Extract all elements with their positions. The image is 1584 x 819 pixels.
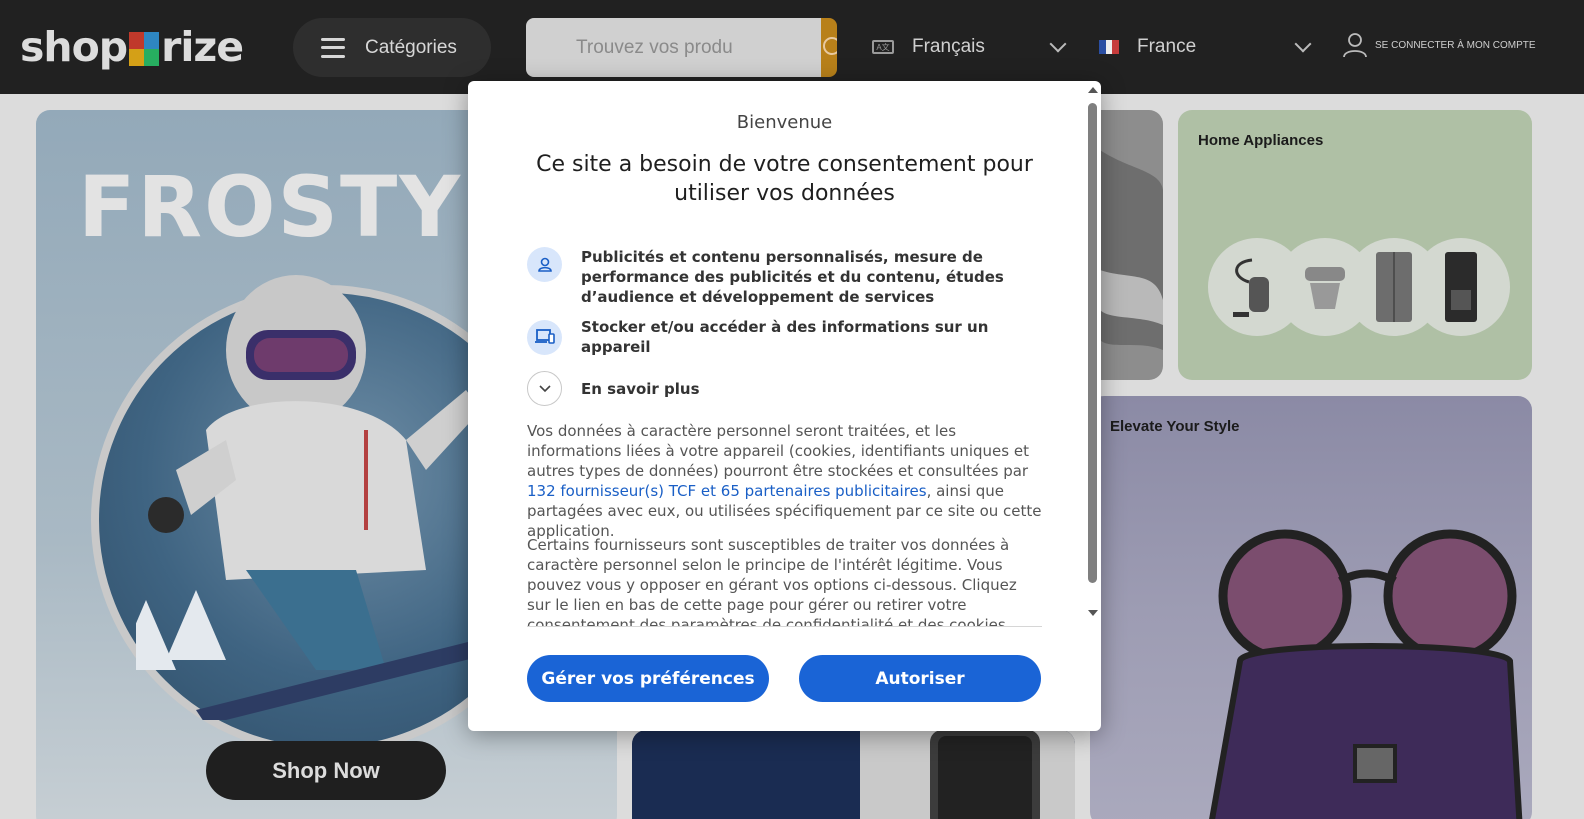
account-label: SE CONNECTER À MON COMPTE [1375,39,1536,51]
manage-preferences-button[interactable]: Gérer vos préférences [527,655,769,702]
consent-dialog: Bienvenue Ce site a besoin de votre cons… [468,81,1101,731]
learn-more-row[interactable]: En savoir plus [527,371,1027,406]
person-icon [527,247,562,282]
devices-icon [527,319,562,355]
phone-image [860,730,1075,819]
consent-paragraph-1: Vos données à caractère personnel seront… [527,421,1042,541]
logo-mark-icon [129,32,160,66]
chevron-down-icon [1049,35,1067,53]
account-login-link[interactable]: SE CONNECTER À MON COMPTE [1343,32,1536,58]
search-bar [526,18,837,77]
home-appliances-title: Home Appliances [1198,132,1324,149]
consent-welcome: Bienvenue [736,112,833,133]
country-label: France [1137,36,1197,57]
consent-scrollbar[interactable] [1084,81,1101,626]
language-selector[interactable]: A文 Français [872,30,1067,64]
user-icon [1343,33,1367,58]
search-button[interactable] [821,18,837,77]
elevate-style-title: Elevate Your Style [1110,418,1240,435]
sneaker-promo-card[interactable] [1100,110,1163,380]
categories-label: Catégories [365,36,457,58]
consent-headline: Ce site a besoin de votre consentement p… [536,152,1033,206]
sneaker-image [1100,150,1163,350]
vendors-link[interactable]: 132 fournisseur(s) TCF et 65 partenaires… [527,482,927,500]
purpose-personalized-ads: Publicités et contenu personnalisés, mes… [527,247,1027,307]
learn-more-label: En savoir plus [581,379,700,398]
sunglasses-bag-image [1209,529,1523,819]
france-flag-icon [1099,40,1120,54]
language-label: Français [912,36,985,57]
scroll-up-arrow-icon[interactable] [1088,87,1098,93]
tech-promo-card[interactable] [632,730,1075,819]
shop-now-button[interactable]: Shop Now [206,741,446,800]
logo-text-left: shop [20,22,128,71]
shoporize-logo[interactable]: shop rize [20,22,244,72]
categories-button[interactable]: Catégories [293,18,491,77]
expand-learn-more-button[interactable] [527,371,562,406]
hamburger-menu-icon [321,37,345,58]
logo-text-right: rize [161,22,244,71]
elevate-style-card[interactable]: Elevate Your Style [1090,396,1532,819]
search-input[interactable] [526,18,821,77]
para1-text: Vos données à caractère personnel seront… [527,422,1029,480]
consent-content[interactable]: Bienvenue Ce site a besoin de votre cons… [468,81,1084,626]
country-selector[interactable]: France [1099,30,1312,64]
scroll-down-arrow-icon[interactable] [1088,610,1098,616]
chevron-down-icon [1294,35,1312,53]
site-header: shop rize Catégories A文 Français France … [0,0,1584,94]
allow-button[interactable]: Autoriser [799,655,1041,702]
content-divider [527,626,1042,627]
purpose-text: Stocker et/ou accéder à des informations… [581,318,989,356]
home-appliances-card[interactable]: Home Appliances [1178,110,1532,380]
translate-icon: A文 [872,40,894,54]
scrollbar-thumb[interactable] [1088,103,1097,583]
coffee-machine-icon [1412,238,1510,336]
purpose-text: Publicités et contenu personnalisés, mes… [581,248,1004,306]
consent-paragraph-2: Certains fournisseurs sont susceptibles … [527,536,1017,626]
chevron-down-icon [538,384,551,392]
purpose-device-storage: Stocker et/ou accéder à des informations… [527,317,1027,357]
search-icon [823,36,837,55]
